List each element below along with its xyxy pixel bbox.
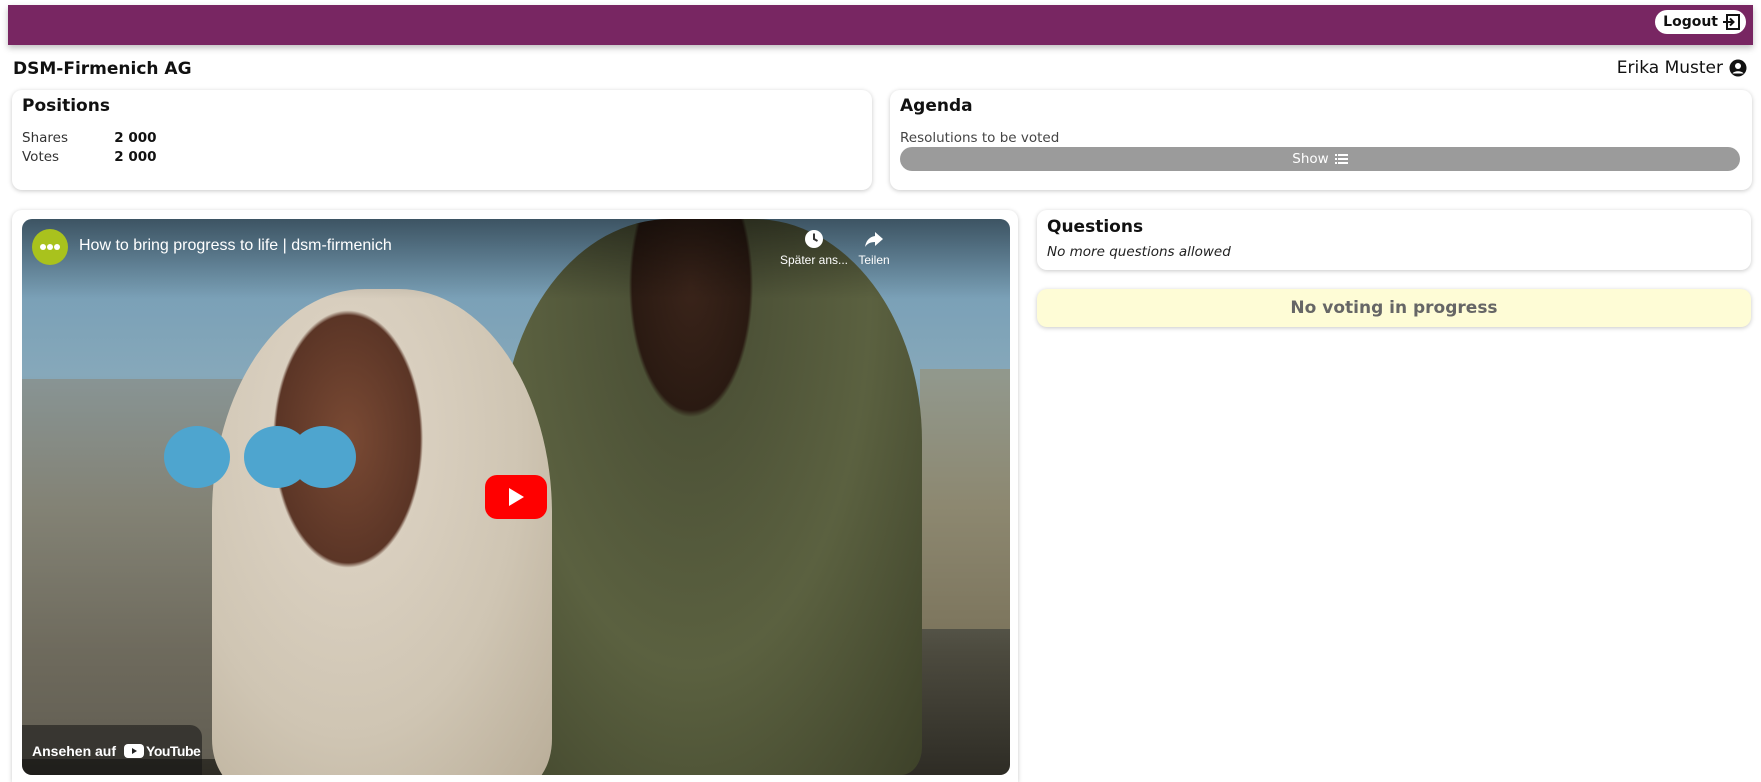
show-label: Show [1292,151,1329,167]
questions-card: Questions No more questions allowed [1037,210,1751,270]
shares-value: 2 000 [114,130,157,146]
votes-value: 2 000 [114,149,157,165]
positions-card: Positions Shares 2 000 Votes 2 000 [12,90,872,190]
user-name: Erika Muster [1616,58,1723,78]
video-title[interactable]: How to bring progress to life | dsm-firm… [79,237,392,255]
user-menu[interactable]: Erika Muster [1617,58,1747,78]
video-frame-person [502,219,922,775]
share-label: Teilen [858,253,890,267]
share-icon [865,232,883,247]
agenda-card: Agenda Resolutions to be voted Show [890,90,1752,190]
show-resolutions-button[interactable]: Show [900,147,1740,171]
votes-label: Votes [22,149,60,165]
video-player[interactable]: How to bring progress to life | dsm-firm… [22,219,1010,775]
play-icon [509,488,524,506]
company-name: DSM-Firmenich AG [13,59,192,79]
agenda-subtitle: Resolutions to be voted [900,130,1060,146]
list-icon [1334,154,1348,164]
voting-status-banner: No voting in progress [1037,289,1751,327]
video-card: How to bring progress to life | dsm-firm… [12,210,1018,782]
video-frame-person [212,289,552,775]
shares-label: Shares [22,130,68,146]
youtube-logo: YouTube [124,743,201,759]
youtube-icon [124,744,145,758]
logout-label: Logout [1663,14,1718,30]
watch-on-label: Ansehen auf [32,743,117,759]
positions-title: Positions [22,96,110,116]
votes-row: Votes 2 000 [22,149,157,165]
questions-title: Questions [1047,217,1144,237]
share-button[interactable]: Teilen [834,229,914,267]
loading-dot [290,426,356,488]
play-button[interactable] [485,475,547,519]
youtube-label: YouTube [146,743,201,759]
watch-on-youtube-link[interactable]: Ansehen auf YouTube [32,743,201,759]
clock-icon [805,230,823,248]
top-bar: Logout [8,5,1753,45]
shares-row: Shares 2 000 [22,130,157,146]
agenda-title: Agenda [900,96,973,116]
questions-status: No more questions allowed [1047,244,1231,260]
voting-status-text: No voting in progress [1290,298,1498,318]
video-frame-building-right [920,369,1010,629]
logout-icon [1723,14,1740,30]
logout-button[interactable]: Logout [1655,10,1746,34]
user-icon [1729,59,1747,77]
loading-dot [164,426,230,488]
channel-logo-icon[interactable] [32,229,68,265]
